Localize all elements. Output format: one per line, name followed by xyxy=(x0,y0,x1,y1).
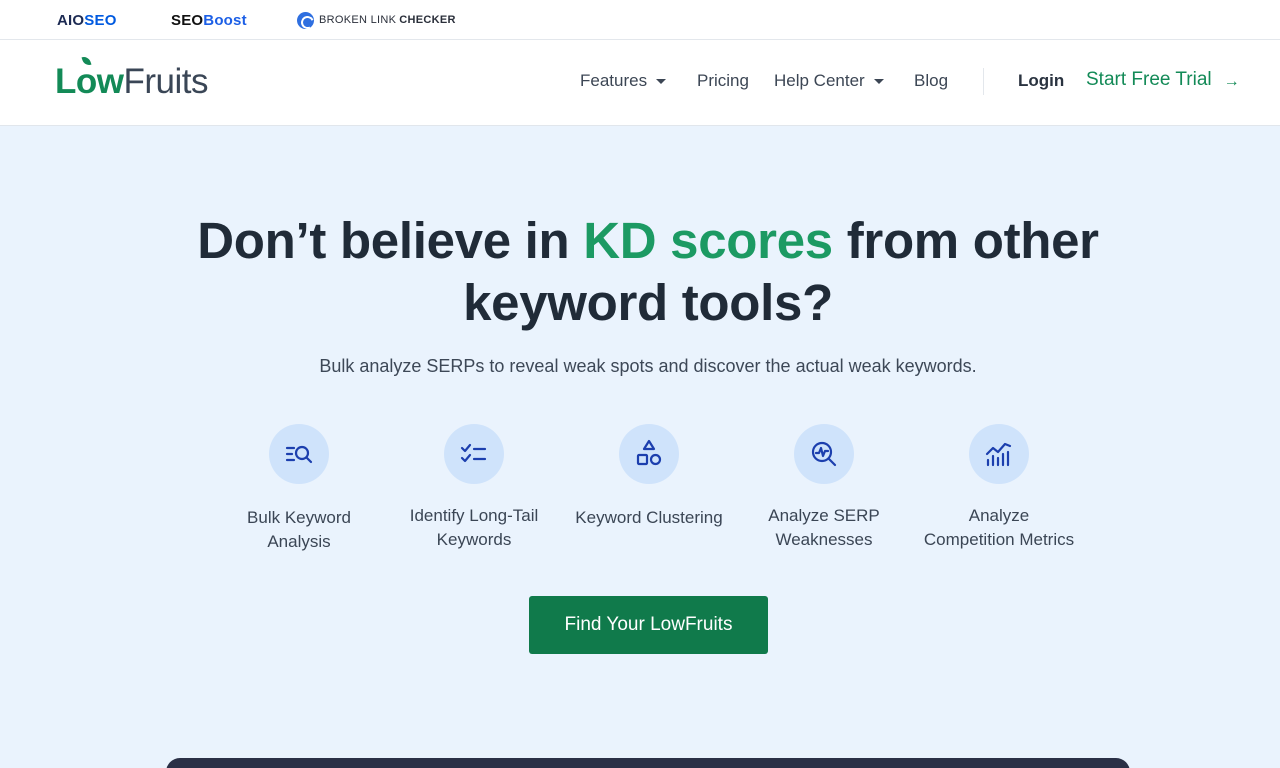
nav-features-label: Features xyxy=(580,71,648,90)
feature-keyword-clustering: Keyword Clustering xyxy=(564,424,734,530)
blc-logo-text: BROKEN LINK xyxy=(319,14,397,26)
hero-title-accent: KD scores xyxy=(583,212,833,269)
feature-bulk-keyword-analysis: Bulk Keyword Analysis xyxy=(214,424,384,554)
feature-icon-circle xyxy=(269,424,329,484)
feature-label-line1: Keyword Clustering xyxy=(575,508,723,527)
lowfruits-logo[interactable]: Lo w Fruits xyxy=(55,55,209,102)
logo-o-with-leaf: o xyxy=(75,55,97,102)
feature-analyze-competition-metrics: Analyze Competition Metrics xyxy=(914,424,1084,552)
nav-help-center[interactable]: Help Center xyxy=(774,71,884,91)
hero-title-pre: Don’t believe in xyxy=(197,212,584,269)
partner-brand-bar: AIO SEO SEO Boost BROKEN LINK CHECKER xyxy=(0,0,1280,40)
serp-analysis-icon xyxy=(811,441,837,467)
bulk-search-icon xyxy=(285,445,313,464)
main-navbar: Lo w Fruits Features Pricing Help Center B… xyxy=(0,40,1280,126)
feature-identify-long-tail: Identify Long-Tail Keywords xyxy=(389,424,559,552)
nav-pricing[interactable]: Pricing xyxy=(697,71,749,91)
shapes-icon xyxy=(636,439,662,466)
seoboost-logo-text-accent: Boost xyxy=(203,11,247,29)
feature-analyze-serp-weaknesses: Analyze SERP Weaknesses xyxy=(739,424,909,552)
hero-subtitle: Bulk analyze SERPs to reveal weak spots … xyxy=(319,356,977,376)
broken-link-checker-logo-link[interactable]: BROKEN LINK CHECKER xyxy=(297,11,456,29)
feature-label-line2: Competition Metrics xyxy=(923,530,1075,549)
start-free-trial-link[interactable]: Start Free Trial → xyxy=(1086,69,1240,91)
seoboost-logo-link[interactable]: SEO Boost xyxy=(171,11,247,29)
feature-label-line2: Keywords xyxy=(436,530,512,549)
logo-text-w: w xyxy=(96,62,124,101)
arrow-right-icon: → xyxy=(1223,73,1240,90)
feature-icon-circle xyxy=(969,424,1029,484)
feature-icon-circle xyxy=(444,424,504,484)
feature-label-line1: Identify Long-Tail xyxy=(409,506,539,525)
feature-icon-circle xyxy=(619,424,679,484)
feature-label-line2: Analysis xyxy=(267,532,331,551)
hero-title: Don’t believe in KD scores from other ke… xyxy=(140,210,1156,334)
start-free-trial-label: Start Free Trial xyxy=(1086,69,1212,90)
app-preview-frame xyxy=(166,758,1130,768)
nav-blog-label: Blog xyxy=(914,71,949,90)
feature-label: Keyword Clustering xyxy=(564,506,734,530)
login-link[interactable]: Login xyxy=(1018,71,1064,91)
nav-pricing-label: Pricing xyxy=(697,71,749,90)
aioseo-logo-text-accent: SEO xyxy=(84,11,117,29)
feature-label: Analyze SERP Weaknesses xyxy=(739,504,909,552)
feature-label-line1: Analyze SERP xyxy=(768,506,880,525)
find-your-lowfruits-button[interactable]: Find Your LowFruits xyxy=(529,596,768,654)
feature-label-line2: Weaknesses xyxy=(775,530,873,549)
aioseo-logo-link[interactable]: AIO SEO xyxy=(57,11,117,29)
nav-features[interactable]: Features xyxy=(580,71,667,91)
logo-text-l: L xyxy=(55,62,76,101)
logo-text-o: o xyxy=(75,62,97,101)
seoboost-logo-text: SEO xyxy=(171,11,204,29)
blc-logo-text-accent: CHECKER xyxy=(399,14,456,26)
checklist-icon xyxy=(460,443,487,463)
logo-text-fruits: Fruits xyxy=(123,62,209,101)
feature-label: Bulk Keyword Analysis xyxy=(214,506,384,554)
nav-help-center-label: Help Center xyxy=(774,71,865,90)
feature-label-line1: Analyze xyxy=(968,506,1030,525)
metrics-chart-icon xyxy=(985,442,1012,467)
feature-label: Analyze Competition Metrics xyxy=(914,504,1084,552)
chevron-down-icon xyxy=(873,79,884,84)
broken-link-checker-icon xyxy=(297,11,314,29)
chevron-down-icon xyxy=(656,79,667,84)
nav-divider xyxy=(983,68,984,95)
aioseo-logo-text: AIO xyxy=(57,11,85,29)
nav-blog[interactable]: Blog xyxy=(914,71,948,91)
feature-label: Identify Long-Tail Keywords xyxy=(389,504,559,552)
feature-label-line1: Bulk Keyword xyxy=(247,508,351,527)
feature-icon-circle xyxy=(794,424,854,484)
